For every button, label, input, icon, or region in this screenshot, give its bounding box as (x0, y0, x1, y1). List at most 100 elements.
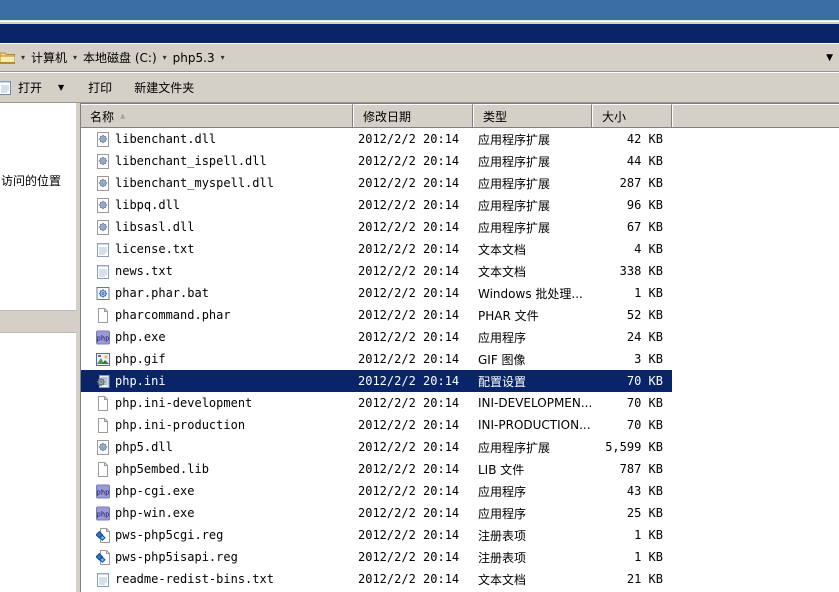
date-modified-cell: 2012/2/2 20:14 (353, 282, 473, 304)
date-modified-cell: 2012/2/2 20:14 (353, 524, 473, 546)
file-name-cell[interactable]: phpphp.exe (81, 326, 353, 348)
chevron-down-icon[interactable] (17, 53, 29, 62)
file-row-libenchant_myspell.dll[interactable]: libenchant_myspell.dll2012/2/2 20:14应用程序… (81, 172, 839, 194)
file-row-php.gif[interactable]: php.gif2012/2/2 20:14GIF 图像3 KB (81, 348, 839, 370)
file-name-cell[interactable]: php5embed.lib (81, 458, 353, 480)
chevron-down-icon[interactable] (69, 53, 81, 62)
column-header-name[interactable]: 名称 (81, 104, 353, 127)
file-name-label: pws-php5isapi.reg (115, 550, 238, 564)
file-name-cell[interactable]: pws-php5isapi.reg (81, 546, 353, 568)
file-row-php-cgi.exe[interactable]: phpphp-cgi.exe2012/2/2 20:14应用程序43 KB (81, 480, 839, 502)
file-row-php.ini[interactable]: php.ini2012/2/2 20:14配置设置70 KB (81, 370, 839, 392)
date-modified-cell: 2012/2/2 20:14 (353, 436, 473, 458)
file-size-cell: 70 KB (592, 392, 672, 414)
sidebar-item-recent-places[interactable]: 访问的位置 (1, 172, 76, 189)
file-name-cell[interactable]: php.ini (81, 370, 353, 392)
file-row-pws-php5cgi.reg[interactable]: pws-php5cgi.reg2012/2/2 20:14注册表项1 KB (81, 524, 839, 546)
file-name-cell[interactable]: libenchant_myspell.dll (81, 172, 353, 194)
file-row-php-win.exe[interactable]: phpphp-win.exe2012/2/2 20:14应用程序25 KB (81, 502, 839, 524)
file-row-libenchant_ispell.dll[interactable]: libenchant_ispell.dll2012/2/2 20:14应用程序扩… (81, 150, 839, 172)
file-row-php5.dll[interactable]: php5.dll2012/2/2 20:14应用程序扩展5,599 KB (81, 436, 839, 458)
row-filler (672, 282, 839, 304)
reg-file-icon (96, 550, 110, 565)
file-name-label: libenchant_myspell.dll (115, 176, 274, 190)
chevron-down-icon[interactable] (159, 53, 171, 62)
dll-file-icon (96, 154, 110, 169)
file-name-cell[interactable]: phpphp-cgi.exe (81, 480, 353, 502)
file-name-cell[interactable]: php.gif (81, 348, 353, 370)
file-type-cell: 文本文档 (473, 238, 592, 260)
open-button[interactable]: 打开 (14, 76, 46, 99)
print-button[interactable]: 打印 (84, 76, 116, 99)
address-history-dropdown-icon[interactable] (826, 53, 833, 63)
file-name-label: pws-php5cgi.reg (115, 528, 223, 542)
file-rows: libenchant.dll2012/2/2 20:14应用程序扩展42 KBl… (81, 128, 839, 590)
file-row-libsasl.dll[interactable]: libsasl.dll2012/2/2 20:14应用程序扩展67 KB (81, 216, 839, 238)
file-row-news.txt[interactable]: news.txt2012/2/2 20:14文本文档338 KB (81, 260, 839, 282)
column-header-type[interactable]: 类型 (473, 104, 592, 127)
date-modified-cell: 2012/2/2 20:14 (353, 458, 473, 480)
file-row-php.ini-production[interactable]: php.ini-production2012/2/2 20:14INI-PROD… (81, 414, 839, 436)
row-filler (672, 172, 839, 194)
open-dropdown-icon[interactable] (58, 83, 64, 92)
file-name-label: libenchant.dll (115, 132, 216, 146)
file-row-phar.phar.bat[interactable]: phar.phar.bat2012/2/2 20:14Windows 批处理..… (81, 282, 839, 304)
date-modified-cell: 2012/2/2 20:14 (353, 238, 473, 260)
column-header-size[interactable]: 大小 (592, 104, 672, 127)
file-name-label: php.ini-development (115, 396, 252, 410)
breadcrumb-local-disk-c[interactable]: 本地磁盘 (C:) (81, 47, 159, 68)
blank-file-icon (96, 418, 110, 433)
file-row-php5embed.lib[interactable]: php5embed.lib2012/2/2 20:14LIB 文件787 KB (81, 458, 839, 480)
file-name-cell[interactable]: pharcommand.phar (81, 304, 353, 326)
file-name-cell[interactable]: php.ini-production (81, 414, 353, 436)
file-name-cell[interactable]: libsasl.dll (81, 216, 353, 238)
file-name-cell[interactable]: php.ini-development (81, 392, 353, 414)
row-filler (672, 502, 839, 524)
address-bar[interactable]: 计算机 本地磁盘 (C:) php5.3 (0, 43, 839, 72)
file-name-cell[interactable]: license.txt (81, 238, 353, 260)
row-filler (672, 392, 839, 414)
reg-file-icon (96, 528, 110, 543)
file-size-cell: 96 KB (592, 194, 672, 216)
file-size-cell: 787 KB (592, 458, 672, 480)
row-filler (672, 216, 839, 238)
file-name-cell[interactable]: php5.dll (81, 436, 353, 458)
dll-file-icon (96, 220, 110, 235)
file-name-cell[interactable]: libenchant_ispell.dll (81, 150, 353, 172)
column-header-date-modified[interactable]: 修改日期 (353, 104, 473, 127)
file-size-cell: 3 KB (592, 348, 672, 370)
file-row-libpq.dll[interactable]: libpq.dll2012/2/2 20:14应用程序扩展96 KB (81, 194, 839, 216)
file-row-readme-redist-bins.txt[interactable]: readme-redist-bins.txt2012/2/2 20:14文本文档… (81, 568, 839, 590)
breadcrumb-php53[interactable]: php5.3 (171, 49, 217, 67)
date-modified-cell: 2012/2/2 20:14 (353, 502, 473, 524)
file-size-cell: 1 KB (592, 546, 672, 568)
file-row-libenchant.dll[interactable]: libenchant.dll2012/2/2 20:14应用程序扩展42 KB (81, 128, 839, 150)
chevron-down-icon[interactable] (217, 53, 229, 62)
row-filler (672, 370, 839, 392)
file-name-cell[interactable]: phar.phar.bat (81, 282, 353, 304)
file-row-pws-php5isapi.reg[interactable]: pws-php5isapi.reg2012/2/2 20:14注册表项1 KB (81, 546, 839, 568)
ini-file-icon (96, 374, 110, 389)
breadcrumb-computer[interactable]: 计算机 (29, 47, 69, 68)
file-type-cell: INI-DEVELOPMEN... (473, 392, 592, 414)
file-size-cell: 5,599 KB (592, 436, 672, 458)
date-modified-cell: 2012/2/2 20:14 (353, 546, 473, 568)
file-row-pharcommand.phar[interactable]: pharcommand.phar2012/2/2 20:14PHAR 文件52 … (81, 304, 839, 326)
background-window-strip (0, 0, 839, 21)
sort-ascending-icon (120, 112, 125, 120)
navigation-pane: 访问的位置 (0, 103, 76, 592)
file-row-php.exe[interactable]: phpphp.exe2012/2/2 20:14应用程序24 KB (81, 326, 839, 348)
row-filler (672, 546, 839, 568)
file-row-license.txt[interactable]: license.txt2012/2/2 20:14文本文档4 KB (81, 238, 839, 260)
file-row-php.ini-development[interactable]: php.ini-development2012/2/2 20:14INI-DEV… (81, 392, 839, 414)
file-name-cell[interactable]: pws-php5cgi.reg (81, 524, 353, 546)
file-name-cell[interactable]: readme-redist-bins.txt (81, 568, 353, 590)
file-name-cell[interactable]: libenchant.dll (81, 128, 353, 150)
new-folder-button[interactable]: 新建文件夹 (130, 76, 198, 99)
file-name-cell[interactable]: libpq.dll (81, 194, 353, 216)
row-filler (672, 436, 839, 458)
file-name-cell[interactable]: news.txt (81, 260, 353, 282)
file-name-label: readme-redist-bins.txt (115, 572, 274, 586)
file-name-cell[interactable]: phpphp-win.exe (81, 502, 353, 524)
date-modified-cell: 2012/2/2 20:14 (353, 260, 473, 282)
